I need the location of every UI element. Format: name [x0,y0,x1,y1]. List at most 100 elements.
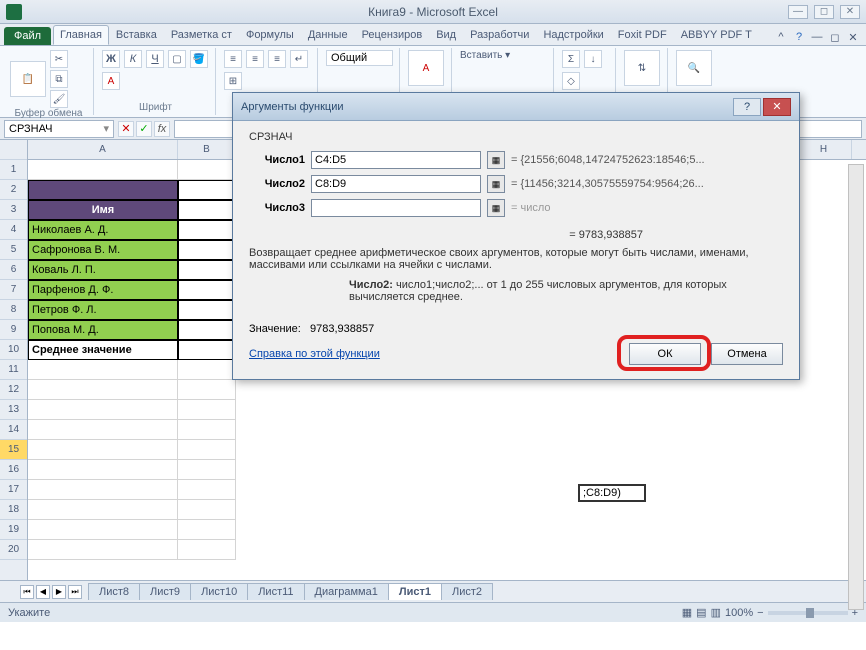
cell[interactable] [178,360,236,380]
zoom-level[interactable]: 100% [725,607,753,619]
cell[interactable] [28,180,178,200]
select-all-corner[interactable] [0,140,27,160]
window-restore-icon[interactable]: ◻ [828,31,842,45]
row-header[interactable]: 1 [0,160,27,180]
row-header[interactable]: 3 [0,200,27,220]
row-header[interactable]: 2 [0,180,27,200]
sheet-tab[interactable]: Диаграмма1 [304,583,389,600]
border-icon[interactable]: ▢ [168,50,186,68]
tab-addins[interactable]: Надстройки [536,25,610,45]
dialog-help-icon[interactable]: ? [733,98,761,116]
cell[interactable] [28,380,178,400]
align-center-icon[interactable]: ≡ [246,50,264,68]
cell[interactable] [178,280,236,300]
insert-cells-button[interactable]: Вставить ▾ [460,50,547,61]
help-icon[interactable]: ? [792,31,806,45]
sheet-tab[interactable]: Лист2 [441,583,493,600]
sheet-tab[interactable]: Лист10 [190,583,248,600]
tab-formulas[interactable]: Формулы [239,25,301,45]
sheet-tab[interactable]: Лист1 [388,583,442,600]
sheet-nav-next-icon[interactable]: ▶ [52,585,66,599]
ribbon-minimize-icon[interactable]: ^ [774,31,788,45]
find-icon[interactable]: 🔍 [676,50,712,86]
arg1-input[interactable] [311,151,481,169]
fill-color-icon[interactable]: 🪣 [190,50,208,68]
cancel-formula-icon[interactable]: ✕ [118,121,134,137]
view-normal-icon[interactable]: ▦ [682,606,692,619]
cell[interactable] [178,240,236,260]
cell[interactable] [178,220,236,240]
cell[interactable] [178,520,236,540]
col-header[interactable]: B [178,140,236,159]
fx-icon[interactable]: fx [154,121,170,137]
row-header[interactable]: 9 [0,320,27,340]
cell[interactable] [28,400,178,420]
cell[interactable] [28,460,178,480]
sheet-tab[interactable]: Лист9 [139,583,191,600]
zoom-out-icon[interactable]: − [757,607,763,619]
bold-icon[interactable]: Ж [102,50,120,68]
view-layout-icon[interactable]: ▤ [696,606,706,619]
clear-icon[interactable]: ◇ [562,72,580,90]
dialog-close-icon[interactable]: ✕ [763,98,791,116]
row-header[interactable]: 13 [0,400,27,420]
sort-filter-icon[interactable]: ⇅ [624,50,660,86]
cell[interactable] [28,360,178,380]
cell[interactable] [178,480,236,500]
cell[interactable] [28,420,178,440]
window-min-icon[interactable]: — [810,31,824,45]
enter-formula-icon[interactable]: ✓ [136,121,152,137]
tab-review[interactable]: Рецензиров [355,25,430,45]
row-header[interactable]: 10 [0,340,27,360]
row-header[interactable]: 11 [0,360,27,380]
cell[interactable] [178,260,236,280]
cancel-button[interactable]: Отмена [711,343,783,365]
zoom-slider[interactable] [768,611,848,615]
format-painter-icon[interactable]: 🖌 [50,90,68,108]
conditional-format-icon[interactable]: A [408,50,444,86]
paste-button[interactable]: 📋 [10,61,46,97]
row-header[interactable]: 5 [0,240,27,260]
cell-name[interactable]: Парфенов Д. Ф. [28,280,178,300]
name-box[interactable]: СРЗНАЧ▾ [4,120,114,138]
fill-icon[interactable]: ↓ [584,50,602,68]
collapse-dialog-icon[interactable]: ▦ [487,199,505,217]
tab-insert[interactable]: Вставка [109,25,164,45]
tab-layout[interactable]: Разметка ст [164,25,239,45]
file-tab[interactable]: Файл [4,27,51,45]
minimize-icon[interactable]: — [788,5,808,19]
cell[interactable] [178,420,236,440]
italic-icon[interactable]: К [124,50,142,68]
autosum-icon[interactable]: Σ [562,50,580,68]
row-header[interactable]: 4 [0,220,27,240]
row-header[interactable]: 17 [0,480,27,500]
tab-foxit[interactable]: Foxit PDF [611,25,674,45]
tab-view[interactable]: Вид [429,25,463,45]
row-header[interactable]: 7 [0,280,27,300]
cell[interactable] [178,500,236,520]
cell[interactable] [178,460,236,480]
help-link[interactable]: Справка по этой функции [249,348,380,360]
cell-name[interactable]: Попова М. Д. [28,320,178,340]
tab-developer[interactable]: Разработчи [463,25,536,45]
cell-name[interactable]: Сафронова В. М. [28,240,178,260]
font-color-icon[interactable]: A [102,72,120,90]
cell[interactable] [28,480,178,500]
col-header[interactable]: H [796,140,852,159]
cell[interactable] [178,160,236,180]
dialog-titlebar[interactable]: Аргументы функции ? ✕ [233,93,799,121]
vertical-scrollbar[interactable] [848,164,864,610]
sheet-tab[interactable]: Лист8 [88,583,140,600]
row-header[interactable]: 14 [0,420,27,440]
sheet-nav-prev-icon[interactable]: ◀ [36,585,50,599]
row-header[interactable]: 6 [0,260,27,280]
row-header[interactable]: 15 [0,440,27,460]
floating-edit-cell[interactable]: ;C8:D9) [578,484,646,502]
cell-avg-label[interactable]: Среднее значение [28,340,178,360]
wrap-text-icon[interactable]: ↵ [290,50,308,68]
cell[interactable] [178,300,236,320]
align-left-icon[interactable]: ≡ [224,50,242,68]
cell-header-name[interactable]: Имя [28,200,178,220]
cell[interactable] [28,440,178,460]
tab-home[interactable]: Главная [53,25,109,45]
